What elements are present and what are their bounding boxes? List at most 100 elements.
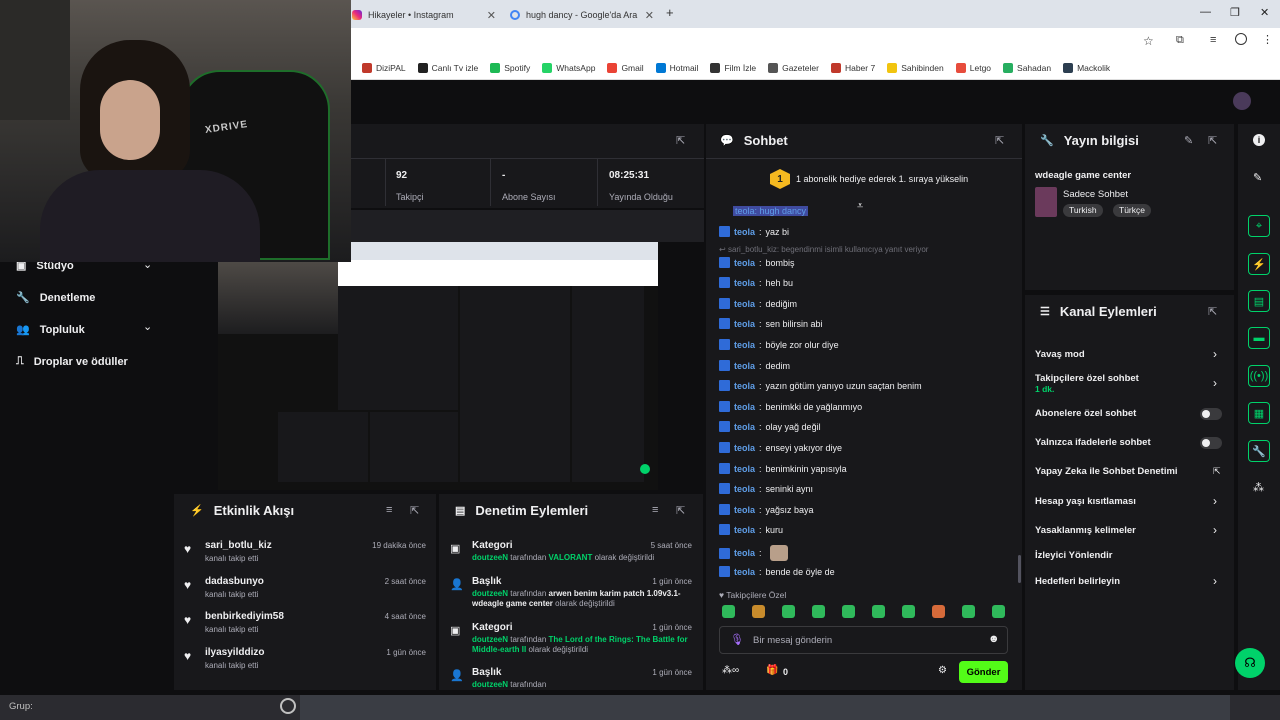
help-support-button[interactable]: ☊ xyxy=(1235,648,1265,678)
stream-preview[interactable] xyxy=(218,242,658,490)
sidebar-item-community[interactable]: 👥 Topluluk xyxy=(16,323,85,337)
chat-username[interactable]: teola xyxy=(734,548,755,558)
scroll-pause-icon[interactable]: ⩡ xyxy=(857,200,863,213)
layout-button[interactable]: ▦ xyxy=(1248,402,1270,424)
emote-icon[interactable] xyxy=(842,605,855,618)
chat-username[interactable]: teola xyxy=(734,258,755,268)
external-link-icon[interactable]: ⇱ xyxy=(1213,466,1221,477)
new-tab-button[interactable]: + xyxy=(666,5,674,20)
bookmark-item[interactable]: Gazeteler xyxy=(768,62,819,73)
popout-icon[interactable]: ⇱ xyxy=(410,504,419,517)
bookmark-item[interactable]: Film İzle xyxy=(710,62,756,73)
clip-button[interactable]: ⌖ xyxy=(1248,215,1270,237)
bookmark-item[interactable]: Letgo xyxy=(955,62,991,73)
extensions-icon[interactable]: ⧉ xyxy=(1176,34,1184,47)
emoji-icon[interactable]: ☻ xyxy=(988,633,1000,645)
bookmark-item[interactable]: Canlı Tv izle xyxy=(417,62,478,73)
sidebar-item-drops[interactable]: ⎍ Droplar ve ödüller xyxy=(16,355,128,368)
filter-icon[interactable]: ≡ xyxy=(652,504,658,516)
send-button[interactable]: Gönder xyxy=(959,661,1008,683)
chat-message[interactable]: teola: benimkki de yağlanmıyo xyxy=(719,401,862,412)
lightning-button[interactable]: ⚡ xyxy=(1248,253,1270,275)
wrench-button[interactable]: 🔧 xyxy=(1248,440,1270,462)
popout-icon[interactable]: ⇱ xyxy=(676,134,685,147)
community-icon[interactable]: ⁂ xyxy=(1253,481,1264,494)
channel-action-item[interactable]: İzleyici Yönlendir xyxy=(1035,550,1112,561)
emote-icon[interactable] xyxy=(812,605,825,618)
tag-pill[interactable]: Türkçe xyxy=(1113,204,1151,217)
chat-username[interactable]: teola xyxy=(734,402,755,412)
emote-icon[interactable] xyxy=(932,605,945,618)
bookmark-item[interactable]: DiziPAL xyxy=(362,62,406,73)
chat-message[interactable]: teola: olay yağ değil xyxy=(719,421,821,432)
chat-username[interactable]: teola xyxy=(734,340,755,350)
chat-username[interactable]: teola xyxy=(734,443,755,453)
chat-username[interactable]: teola xyxy=(734,319,755,329)
maximize-icon[interactable]: ❐ xyxy=(1230,6,1240,19)
chat-message[interactable]: teola: enseyi yakıyor diye xyxy=(719,442,842,453)
activity-username[interactable]: benbirkediyim58 xyxy=(205,611,284,622)
mod-user[interactable]: doutzeeN xyxy=(472,553,508,562)
mod-user[interactable]: doutzeeN xyxy=(472,635,508,644)
toggle-switch[interactable] xyxy=(1200,437,1222,449)
channel-action-item[interactable]: Yapay Zeka ile Sohbet Denetimi xyxy=(1035,466,1178,477)
menu-icon[interactable]: ⋮ xyxy=(1262,33,1273,46)
chat-message[interactable]: teola: yazın götüm yanıyo uzun saçtan ben… xyxy=(719,380,922,391)
activity-username[interactable]: dadasbunyo xyxy=(205,576,264,587)
bookmark-item[interactable]: Hotmail xyxy=(655,62,698,73)
info-icon[interactable]: i xyxy=(1253,134,1265,146)
chat-scrollbar[interactable] xyxy=(1018,555,1021,583)
chat-username[interactable]: teola xyxy=(734,505,755,515)
bookmark-item[interactable]: Spotify xyxy=(490,62,530,73)
popout-icon[interactable]: ⇱ xyxy=(676,504,685,517)
chat-message[interactable]: teola: seninki aynı xyxy=(719,483,813,494)
emote-icon[interactable] xyxy=(992,605,1005,618)
chat-button[interactable]: ▬ xyxy=(1248,327,1270,349)
microphone-icon[interactable]: 🎙 xyxy=(730,633,744,646)
chat-username[interactable]: teola xyxy=(734,278,755,288)
sidebar-item-moderation[interactable]: 🔧 Denetleme xyxy=(16,291,95,305)
popout-icon[interactable]: ⇱ xyxy=(1208,134,1217,147)
chat-username[interactable]: teola xyxy=(734,464,755,474)
chat-message[interactable]: teola: yağsız baya xyxy=(719,504,814,515)
chat-username[interactable]: teola xyxy=(734,227,755,237)
chat-message[interactable]: teola: bombiş xyxy=(719,257,795,268)
chat-username[interactable]: teola xyxy=(734,484,755,494)
filter-icon[interactable]: ≡ xyxy=(386,504,392,516)
gear-icon[interactable]: ⚙ xyxy=(938,665,947,676)
bookmark-item[interactable]: Haber 7 xyxy=(830,62,875,73)
chat-input[interactable]: 🎙 Bir mesaj gönderin ☻ xyxy=(719,626,1008,654)
close-icon[interactable]: ✕ xyxy=(487,9,496,22)
chevron-right-icon[interactable]: › xyxy=(1213,574,1217,588)
close-icon[interactable]: ✕ xyxy=(645,9,654,22)
star-icon[interactable]: ☆ xyxy=(1143,34,1154,48)
pencil-icon[interactable]: ✎ xyxy=(1253,171,1262,184)
chat-username[interactable]: teola xyxy=(734,525,755,535)
chat-message[interactable]: teola: böyle zor olur diye xyxy=(719,339,839,350)
activity-username[interactable]: sari_botlu_kiz xyxy=(205,540,272,551)
pencil-icon[interactable]: ✎ xyxy=(1184,134,1193,147)
chevron-right-icon[interactable]: › xyxy=(1213,523,1217,537)
bookmark-item[interactable]: Gmail xyxy=(607,62,644,73)
obs-icon[interactable] xyxy=(280,698,296,714)
chat-username[interactable]: teola xyxy=(734,567,755,577)
chat-username[interactable]: teola xyxy=(734,381,755,391)
chat-username[interactable]: teola xyxy=(734,361,755,371)
media-icon[interactable]: ≡ xyxy=(1210,34,1216,46)
chat-message[interactable]: teola: heh bu xyxy=(719,277,793,288)
channel-action-item[interactable]: Hesap yaşı kısıtlaması xyxy=(1035,496,1136,507)
toggle-switch[interactable] xyxy=(1200,408,1222,420)
emote-icon[interactable] xyxy=(872,605,885,618)
chat-message[interactable]: teola: xyxy=(719,545,788,561)
mod-user[interactable]: doutzeeN xyxy=(472,680,508,688)
emote-icon[interactable] xyxy=(782,605,795,618)
chat-message[interactable]: teola: dedim xyxy=(719,360,790,371)
emote-icon[interactable] xyxy=(722,605,735,618)
bookmark-item[interactable]: Sahibinden xyxy=(887,62,944,73)
emote-icon[interactable] xyxy=(962,605,975,618)
tab-google[interactable]: hugh dancy - Google'da Ara ✕ xyxy=(510,4,654,26)
channel-action-item[interactable]: Yavaş mod xyxy=(1035,349,1085,360)
chat-message[interactable]: teola: dediğim xyxy=(719,298,797,309)
document-button[interactable]: ▤ xyxy=(1248,290,1270,312)
channel-action-item[interactable]: Yasaklanmış kelimeler xyxy=(1035,525,1136,536)
